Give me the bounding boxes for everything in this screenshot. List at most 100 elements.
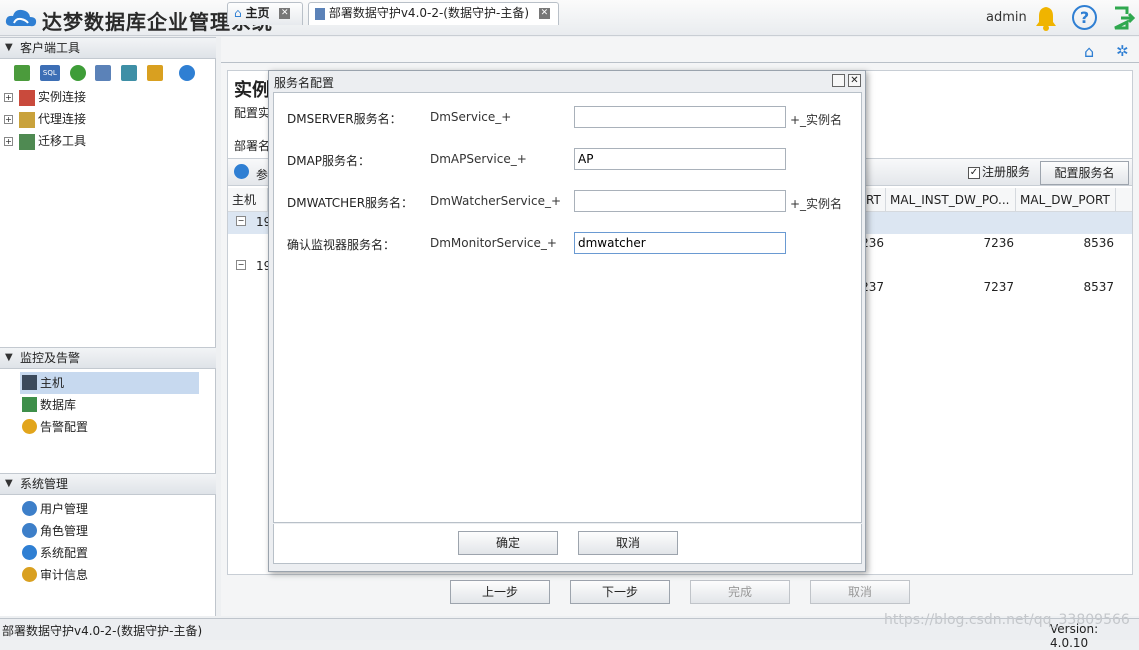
dmwatcher-suffix: +_实例名 [790,197,843,211]
mal-dw-port-cell: 8536 [1083,236,1114,250]
next-step-button[interactable]: 下一步 [570,580,670,604]
column-header[interactable]: MAL_INST_DW_PO... [886,188,1016,212]
settings-icon[interactable]: ✲ [1116,42,1129,60]
users-icon [22,501,37,516]
db-icon[interactable] [14,65,30,81]
tree-item-instance-connection[interactable]: + 实例连接 [4,87,86,107]
collapse-icon[interactable]: ▼ [5,38,13,58]
home-icon[interactable]: ⌂ [1084,42,1094,61]
nav-item-label: 主机 [40,376,65,390]
tree-item-agent-connection[interactable]: + 代理连接 [4,109,86,129]
page-subheading: 配置实 [234,106,271,120]
nav-item-label: 用户管理 [40,502,89,516]
expand-icon[interactable]: + [4,115,13,124]
tree-item-label: 迁移工具 [38,134,87,148]
instance-icon [19,89,35,106]
status-text: 部署数据守护v4.0-2-(数据守护-主备) [2,624,203,638]
nav-item-host[interactable]: 主机 [20,372,199,394]
monitor-label: 确认监视器服务名： [287,238,396,252]
dmap-prefix: DmAPService_+ [430,152,527,166]
grid-toolbar-label: 参 [256,168,269,182]
checkbox-label: 注册服务 [982,165,1031,179]
maximize-icon[interactable] [832,74,845,87]
help-icon[interactable]: ? [1072,5,1097,30]
monitoring-header-label: 监控及告警 [20,351,81,365]
client-tools-header-label: 客户端工具 [20,41,81,55]
transfer-icon[interactable] [121,65,138,81]
nav-item-role-management[interactable]: 角色管理 [20,520,199,542]
audit-icon [22,567,37,582]
bug-icon[interactable] [69,65,86,81]
close-icon[interactable]: ✕ [848,74,861,87]
collapse-icon[interactable]: − [236,260,246,270]
mal-inst-dw-port-cell: 7237 [983,280,1014,294]
cloud-logo-icon [5,9,37,27]
wizard-cancel-button[interactable]: 取消 [810,580,910,604]
dmserver-input[interactable] [574,106,786,128]
sql-icon[interactable]: SQL [39,65,60,81]
column-header[interactable]: MAL_DW_PORT [1016,188,1116,212]
dmserver-prefix: DmService_+ [430,110,512,124]
client-toolbar: SQL [14,65,201,85]
dmwatcher-label: DMWATCHER服务名： [287,196,414,210]
nav-item-database[interactable]: 数据库 [20,394,199,416]
dmwatcher-input[interactable] [574,190,786,212]
gear-icon[interactable] [234,164,249,179]
tab-deploy-guard[interactable]: 部署数据守护v4.0-2-(数据守护-主备) ✕ [308,2,559,25]
page-heading: 实例 [234,80,270,101]
nav-item-label: 角色管理 [40,524,89,538]
collapse-icon[interactable]: − [236,216,246,226]
dmap-input[interactable] [574,148,786,170]
collapse-icon[interactable]: ▼ [5,474,13,494]
alert-config-icon [22,419,37,434]
close-icon[interactable]: ✕ [279,8,291,19]
user-name[interactable]: admin [986,10,1027,25]
close-icon[interactable]: ✕ [538,8,550,19]
gear-icon [22,545,37,560]
finish-button[interactable]: 完成 [690,580,790,604]
tab-label: 部署数据守护v4.0-2-(数据守护-主备) [328,6,530,20]
agent-icon [19,111,35,128]
nav-item-alert-config[interactable]: 告警配置 [20,416,199,438]
collapse-icon[interactable]: ▼ [5,348,13,368]
expand-icon[interactable]: + [4,137,13,146]
system-header-label: 系统管理 [20,477,69,491]
nav-item-user-management[interactable]: 用户管理 [20,498,199,520]
column-header[interactable]: RT [866,188,886,212]
tree-item-label: 实例连接 [38,90,87,104]
nav-item-label: 数据库 [40,398,77,412]
nav-item-audit-info[interactable]: 审计信息 [20,564,199,586]
monitor-input[interactable] [574,232,786,254]
server-icon[interactable] [95,65,112,81]
column-header[interactable]: 主机 [228,188,268,212]
home-icon: ⌂ [234,6,242,20]
tree-item-label: 代理连接 [38,112,87,126]
monitoring-header[interactable]: ▼ 监控及告警 [0,347,216,369]
prev-step-button[interactable]: 上一步 [450,580,550,604]
expand-icon[interactable]: + [4,93,13,102]
deploy-name-label: 部署名 [234,139,271,153]
tab-home[interactable]: ⌂ 主页 ✕ [227,2,303,25]
config-service-name-button[interactable]: 配置服务名 [1040,161,1129,185]
tree-item-migration-tools[interactable]: + 迁移工具 [4,131,86,151]
bell-icon[interactable] [1034,5,1058,31]
checkbox-icon[interactable]: ✓ [968,166,980,179]
gear-icon[interactable] [178,65,195,81]
nav-item-system-config[interactable]: 系统配置 [20,542,199,564]
dmserver-label: DMSERVER服务名： [287,112,402,126]
ok-button[interactable]: 确定 [458,531,558,555]
system-header[interactable]: ▼ 系统管理 [0,473,216,495]
client-tools-header[interactable]: ▼ 客户端工具 [0,37,216,59]
database-icon [22,397,37,412]
dialog-cancel-button[interactable]: 取消 [578,531,678,555]
nav-item-label: 审计信息 [40,568,89,582]
register-service-checkbox[interactable]: ✓ 注册服务 [968,163,1030,180]
db-config-icon[interactable] [147,65,164,81]
dialog-title: 服务名配置 [274,76,335,90]
nav-item-label: 系统配置 [40,546,89,560]
tab-strip-line [221,62,1139,63]
monitor-prefix: DmMonitorService_+ [430,236,557,250]
deploy-icon [315,7,325,20]
watermark: https://blog.csdn.net/qq_33809566 [884,612,1130,628]
exit-icon[interactable] [1113,6,1135,30]
